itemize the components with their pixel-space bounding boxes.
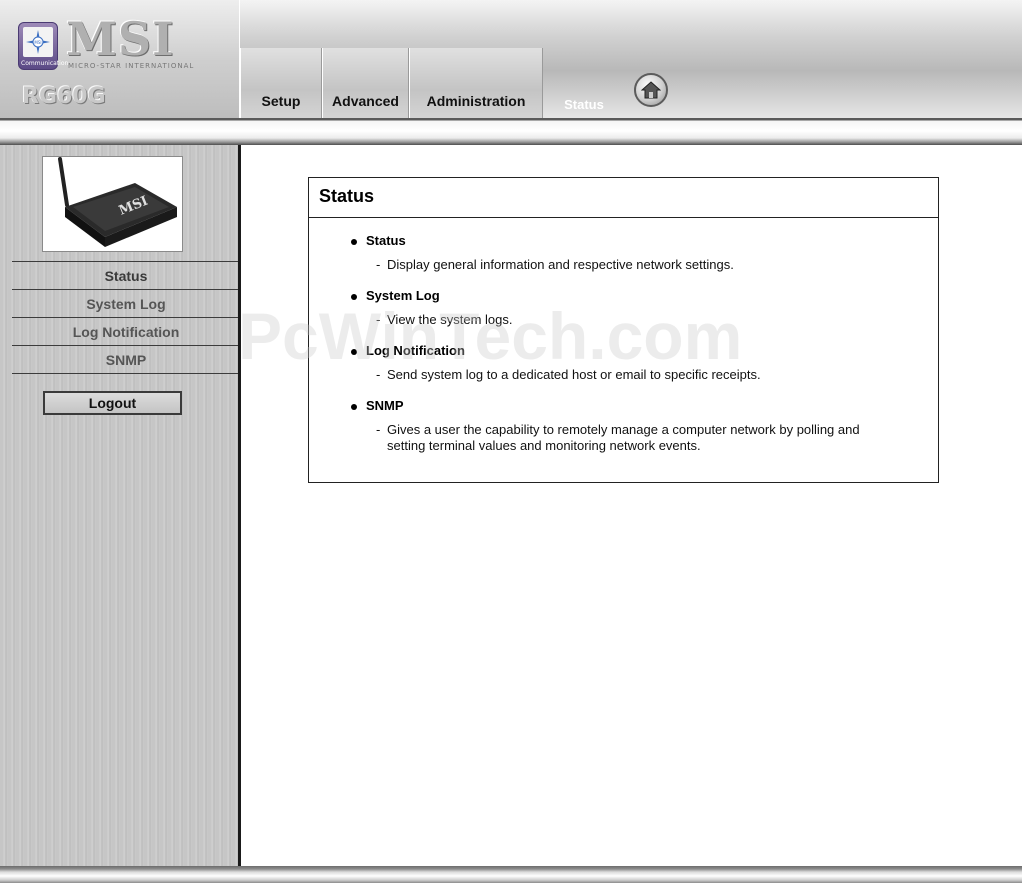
- sidebar-divider-line: [238, 145, 241, 866]
- sidebar-item-system-log[interactable]: System Log: [12, 289, 240, 317]
- entry-title: System Log: [366, 288, 440, 303]
- header: MSI Communication MSI MICRO-STAR INTERNA…: [0, 0, 1022, 118]
- entry-description: Gives a user the capability to remotely …: [387, 422, 860, 453]
- logout-button[interactable]: Logout: [43, 391, 182, 415]
- entry-dash: -: [376, 422, 381, 437]
- entry-description: Display general information and respecti…: [387, 257, 734, 272]
- tab-administration[interactable]: Administration: [409, 48, 543, 118]
- tab-setup[interactable]: Setup: [240, 48, 322, 118]
- sidebar-item-log-notification[interactable]: Log Notification: [12, 317, 240, 345]
- tab-status-label: Status: [564, 97, 604, 112]
- sidebar-item-label: System Log: [86, 295, 166, 312]
- entry-title: Log Notification: [366, 343, 465, 358]
- home-icon: [641, 81, 661, 99]
- sidebar: MSI Status System Log Log Notification S…: [0, 145, 240, 866]
- router-image: MSI: [42, 156, 183, 252]
- sidebar-item-label: SNMP: [105, 351, 147, 368]
- bullet-icon: [351, 294, 357, 300]
- tab-setup-label: Setup: [261, 93, 301, 109]
- sidebar-divider: [12, 373, 240, 374]
- brand-wordmark: MSI: [66, 12, 175, 66]
- bullet-icon: [351, 349, 357, 355]
- entry-dash: -: [376, 367, 381, 382]
- model-name: RG60G: [22, 84, 106, 109]
- star-compass-icon: MSI: [26, 30, 50, 54]
- home-button[interactable]: [634, 73, 668, 107]
- brand-subtitle: MICRO-STAR INTERNATIONAL: [68, 62, 195, 70]
- footer-bar: [0, 866, 1022, 883]
- tab-advanced[interactable]: Advanced: [322, 48, 409, 118]
- msi-badge-logo: MSI Communication: [18, 22, 69, 70]
- sidebar-item-status[interactable]: Status: [12, 261, 240, 289]
- panel-title: Status: [309, 178, 938, 218]
- badge-text: Communication: [21, 60, 69, 67]
- status-panel: Status Status - Display general informat…: [308, 177, 939, 483]
- bullet-icon: [351, 239, 357, 245]
- header-separator: [0, 118, 1022, 145]
- sidebar-item-label: Log Notification: [72, 323, 180, 340]
- svg-text:MSI: MSI: [34, 40, 41, 45]
- tab-administration-label: Administration: [426, 93, 526, 109]
- entry-description: View the system logs.: [387, 312, 513, 327]
- entry-title: SNMP: [366, 398, 404, 413]
- tab-status[interactable]: Status: [543, 48, 625, 118]
- bullet-icon: [351, 404, 357, 410]
- tab-advanced-label: Advanced: [332, 93, 399, 109]
- entry-dash: -: [376, 312, 381, 327]
- entry-dash: -: [376, 257, 381, 272]
- logo-area: MSI Communication MSI MICRO-STAR INTERNA…: [0, 0, 240, 118]
- sidebar-menu: Status System Log Log Notification SNMP: [12, 261, 240, 374]
- entry-description: Send system log to a dedicated host or e…: [387, 367, 761, 382]
- sidebar-item-snmp[interactable]: SNMP: [12, 345, 240, 373]
- sidebar-item-label: Status: [104, 267, 148, 284]
- entry-title: Status: [366, 233, 406, 248]
